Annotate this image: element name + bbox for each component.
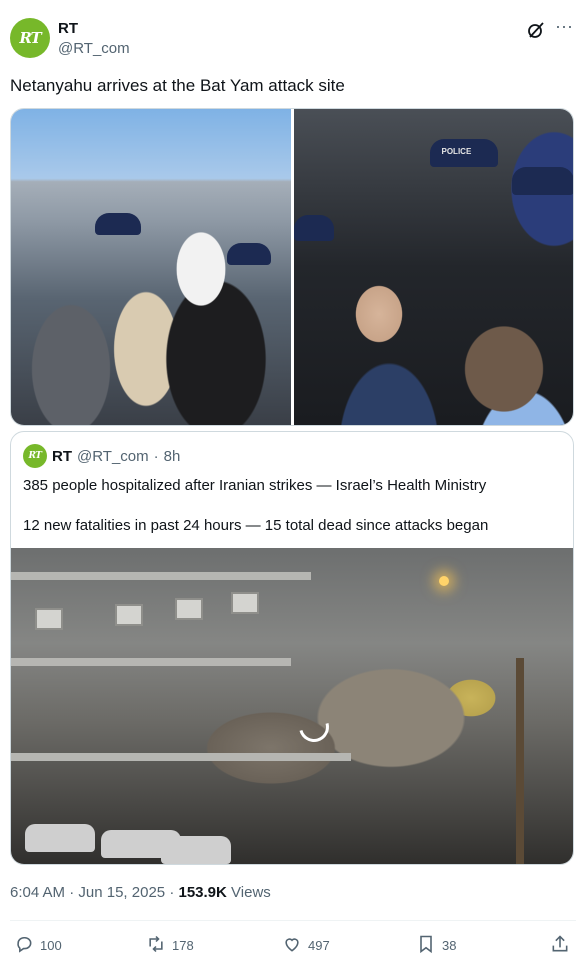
bookmark-button[interactable]: 38 (416, 934, 456, 956)
repost-button[interactable]: 178 (146, 934, 194, 956)
bookmark-icon (416, 934, 436, 957)
bookmark-count: 38 (442, 937, 457, 953)
building-window (175, 598, 203, 620)
grok-icon[interactable] (526, 20, 546, 40)
photo-netanyahu-street[interactable] (11, 109, 291, 425)
reply-count: 100 (40, 937, 62, 953)
quote-separator: · (153, 447, 159, 465)
avatar[interactable]: RT (10, 18, 50, 58)
quote-age: 8h (163, 447, 181, 465)
author-display-name[interactable]: RT (58, 20, 78, 37)
parked-car (25, 824, 95, 852)
quote-author-name: RT (52, 447, 72, 465)
share-icon (550, 934, 570, 957)
building-window (35, 608, 63, 630)
building-window (231, 592, 259, 614)
building-window (115, 604, 143, 626)
police-cap (511, 167, 573, 195)
police-cap (227, 243, 271, 265)
loading-spinner-icon (293, 706, 335, 748)
tweet-date[interactable]: Jun 15, 2025 (78, 884, 165, 901)
tweet-text: Netanyahu arrives at the Bat Yam attack … (10, 76, 345, 95)
action-bar: 100 178 497 38 (10, 930, 576, 960)
police-cap: POLICE (429, 139, 498, 167)
tweet-header: RT RT @RT_com ··· (10, 16, 578, 60)
building-floor (11, 572, 311, 580)
timestamp-separator: · (69, 884, 75, 901)
more-icon[interactable]: ··· (554, 17, 574, 38)
share-button[interactable] (550, 934, 570, 956)
rt-logo: RT (19, 29, 41, 47)
rt-logo: RT (28, 451, 42, 461)
quote-avatar: RT (23, 444, 47, 468)
street-light (439, 576, 449, 586)
police-cap (293, 215, 334, 241)
utility-pole (516, 658, 524, 864)
parked-car (161, 836, 231, 864)
heart-icon (282, 934, 302, 957)
repost-icon (146, 934, 166, 957)
reply-icon (14, 934, 34, 957)
like-button[interactable]: 497 (282, 934, 330, 956)
building-floor (11, 753, 351, 761)
photo-netanyahu-closeup[interactable]: POLICE (293, 109, 573, 425)
quote-media-destroyed-building[interactable] (11, 548, 573, 864)
author-handle[interactable]: @RT_com (58, 40, 130, 57)
views-label: Views (231, 884, 271, 901)
views-count[interactable]: 153.9K (178, 884, 226, 901)
police-cap-label: POLICE (441, 147, 472, 156)
reply-button[interactable]: 100 (14, 934, 62, 956)
quote-header: RT RT @RT_com · 8h (23, 444, 181, 468)
tweet-timestamp: 6:04 AM · Jun 15, 2025 · 153.9K Views (10, 884, 271, 901)
police-cap (95, 213, 141, 235)
quote-text-line-1: 385 people hospitalized after Iranian st… (23, 477, 487, 494)
divider (10, 920, 576, 921)
tweet-time[interactable]: 6:04 AM (10, 884, 65, 901)
quote-author-handle: @RT_com (77, 447, 149, 465)
timestamp-separator: · (169, 884, 175, 901)
like-count: 497 (308, 937, 330, 953)
repost-count: 178 (172, 937, 194, 953)
quote-text-line-2: 12 new fatalities in past 24 hours — 15 … (23, 517, 489, 534)
media-grid: POLICE (10, 108, 574, 426)
quote-tweet-card[interactable]: RT RT @RT_com · 8h 385 people hospitaliz… (10, 431, 574, 865)
building-floor (11, 658, 291, 666)
